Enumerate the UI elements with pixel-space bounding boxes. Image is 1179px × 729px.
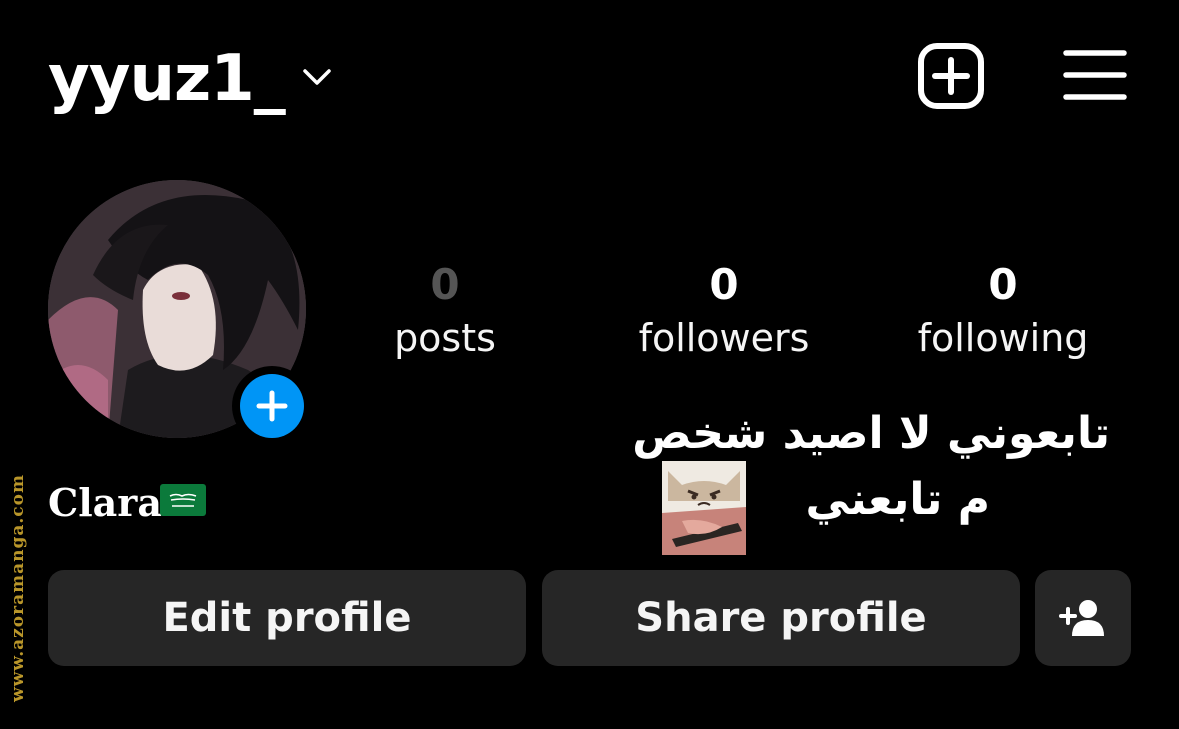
plus-square-icon[interactable] (917, 42, 985, 110)
cat-sticker-image (662, 461, 746, 555)
following-label: following (917, 316, 1089, 360)
stat-following[interactable]: 0 following (893, 258, 1113, 364)
followers-label: followers (638, 316, 810, 360)
chevron-down-icon[interactable] (302, 62, 332, 92)
display-name: Clara (48, 480, 162, 525)
bio-line-1: تابعوني لا اصيد شخص (632, 408, 1110, 459)
plus-icon (256, 390, 288, 422)
add-story-button[interactable] (232, 366, 312, 446)
stat-posts[interactable]: 0 posts (335, 258, 555, 364)
following-count: 0 (988, 260, 1018, 309)
add-story-badge (240, 374, 304, 438)
stat-followers[interactable]: 0 followers (614, 258, 834, 364)
posts-label: posts (394, 316, 496, 360)
menu-icon[interactable] (1063, 48, 1127, 102)
followers-count: 0 (709, 260, 739, 309)
share-profile-button[interactable]: Share profile (542, 570, 1020, 666)
edit-profile-button[interactable]: Edit profile (48, 570, 526, 666)
saudi-flag-icon (160, 484, 206, 516)
discover-people-button[interactable] (1035, 570, 1131, 666)
watermark: www.azoramanga.com (8, 474, 28, 702)
username[interactable]: yyuz1_ (48, 40, 286, 118)
bio-line-2: م تابعني (805, 474, 990, 525)
add-person-icon (1059, 600, 1104, 636)
posts-count: 0 (430, 260, 460, 309)
